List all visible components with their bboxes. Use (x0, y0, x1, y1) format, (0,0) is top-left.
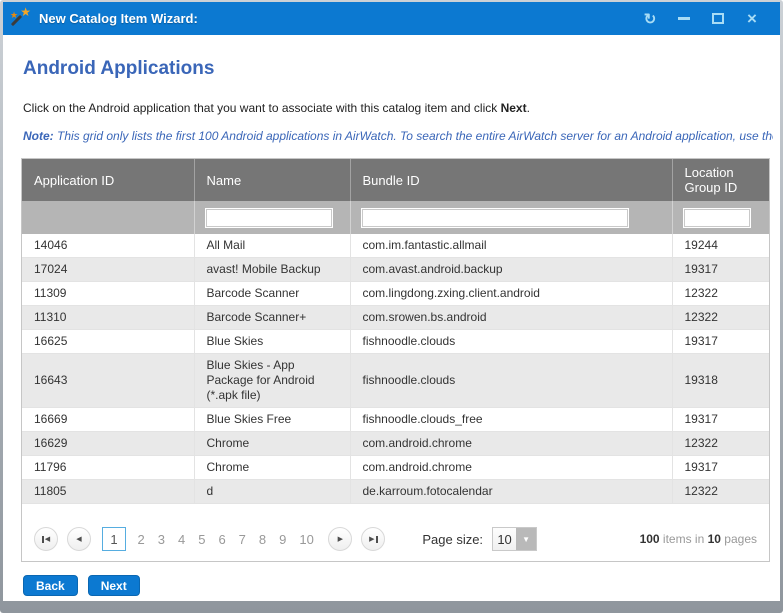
note-text: Note: This grid only lists the first 100… (23, 129, 773, 143)
minimize-glyph (678, 17, 690, 20)
minimize-icon[interactable] (672, 8, 696, 30)
filter-cell-name (194, 201, 350, 234)
page-size-label: Page size: (422, 532, 483, 547)
filter-cell-application-id (22, 201, 194, 234)
page-button-current[interactable]: 1 (102, 527, 126, 551)
wizard-icon: ★ ★ (12, 10, 31, 27)
instruction-suffix: . (527, 101, 530, 115)
instruction-text: Click on the Android application that yo… (23, 101, 780, 115)
note-body: This grid only lists the first 100 Andro… (54, 129, 773, 143)
table-row[interactable]: 16643 Blue Skies - App Package for Andro… (22, 354, 769, 408)
filter-cell-bundle-id (350, 201, 672, 234)
page-size-value: 10 (493, 528, 516, 550)
star-icon: ★ (10, 11, 18, 20)
refresh-icon[interactable]: ↻ (638, 8, 662, 30)
first-page-button[interactable]: ◀ (34, 527, 58, 551)
table-row[interactable]: 11796 Chrome com.android.chrome 19317 (22, 456, 769, 480)
window-controls: ↻ × (628, 8, 764, 30)
page-button[interactable]: 8 (259, 532, 266, 547)
page-button[interactable]: 2 (138, 532, 145, 547)
page-button[interactable]: 5 (198, 532, 205, 547)
column-header-location-group-id[interactable]: Location Group ID (672, 159, 769, 201)
close-icon[interactable]: × (740, 8, 764, 30)
column-header-name[interactable]: Name (194, 159, 350, 201)
location-group-id-filter-input[interactable] (683, 208, 751, 228)
instruction-prefix: Click on the Android application that yo… (23, 101, 501, 115)
table-row[interactable]: 16625 Blue Skies fishnoodle.clouds 19317 (22, 330, 769, 354)
titlebar: ★ ★ New Catalog Item Wizard: ↻ × (3, 2, 780, 35)
table-row[interactable]: 14046 All Mail com.im.fantastic.allmail … (22, 234, 769, 258)
table-row[interactable]: 17024 avast! Mobile Backup com.avast.and… (22, 258, 769, 282)
chevron-down-icon[interactable]: ▼ (516, 528, 536, 550)
pager: ◀ ◀ 1 2 3 4 5 6 7 8 9 10 ▶ ▶ Page size: (22, 517, 769, 561)
maximize-glyph (712, 13, 724, 24)
items-summary: 100 items in 10 pages (640, 532, 757, 546)
page-button[interactable]: 3 (158, 532, 165, 547)
column-header-bundle-id[interactable]: Bundle ID (350, 159, 672, 201)
table-row[interactable]: 11309 Barcode Scanner com.lingdong.zxing… (22, 282, 769, 306)
bundle-id-filter-input[interactable] (361, 208, 629, 228)
wizard-window: ★ ★ New Catalog Item Wizard: ↻ × Android… (3, 2, 780, 601)
window-title: New Catalog Item Wizard: (39, 11, 198, 26)
page-button[interactable]: 10 (299, 532, 313, 547)
instruction-next-word: Next (501, 101, 527, 115)
table-row[interactable]: 11310 Barcode Scanner+ com.srowen.bs.and… (22, 306, 769, 330)
last-page-button[interactable]: ▶ (361, 527, 385, 551)
last-page-icon: ▶ (369, 536, 374, 543)
page-button[interactable]: 9 (279, 532, 286, 547)
footer-buttons: Back Next (23, 575, 780, 596)
table-row[interactable]: 11805 d de.karroum.fotocalendar 12322 (22, 480, 769, 504)
filter-cell-location-group-id (672, 201, 769, 234)
page-button[interactable]: 4 (178, 532, 185, 547)
prev-page-button[interactable]: ◀ (67, 527, 91, 551)
next-page-icon: ▶ (338, 536, 343, 543)
applications-grid: Application ID Name Bundle ID Location G… (21, 158, 770, 562)
page-title: Android Applications (23, 58, 780, 80)
note-label: Note: (23, 129, 54, 143)
page-button[interactable]: 6 (218, 532, 225, 547)
back-button[interactable]: Back (23, 575, 78, 596)
items-count: 100 (640, 532, 660, 546)
page-size-select[interactable]: 10 ▼ (492, 527, 537, 551)
applications-table: Application ID Name Bundle ID Location G… (22, 159, 769, 504)
page-button[interactable]: 7 (239, 532, 246, 547)
header-row: Application ID Name Bundle ID Location G… (22, 159, 769, 201)
next-page-button[interactable]: ▶ (328, 527, 352, 551)
maximize-icon[interactable] (706, 8, 730, 30)
table-row[interactable]: 16629 Chrome com.android.chrome 12322 (22, 432, 769, 456)
next-button[interactable]: Next (88, 575, 140, 596)
column-header-application-id[interactable]: Application ID (22, 159, 194, 201)
table-row[interactable]: 16669 Blue Skies Free fishnoodle.clouds_… (22, 408, 769, 432)
pages-count: 10 (708, 532, 721, 546)
name-filter-input[interactable] (205, 208, 333, 228)
first-page-icon: ◀ (45, 536, 50, 543)
wizard-content: Android Applications Click on the Androi… (3, 35, 780, 601)
window-frame: ★ ★ New Catalog Item Wizard: ↻ × Android… (0, 0, 783, 613)
star-icon: ★ (20, 6, 31, 18)
filter-row (22, 201, 769, 234)
prev-page-icon: ◀ (76, 536, 81, 543)
